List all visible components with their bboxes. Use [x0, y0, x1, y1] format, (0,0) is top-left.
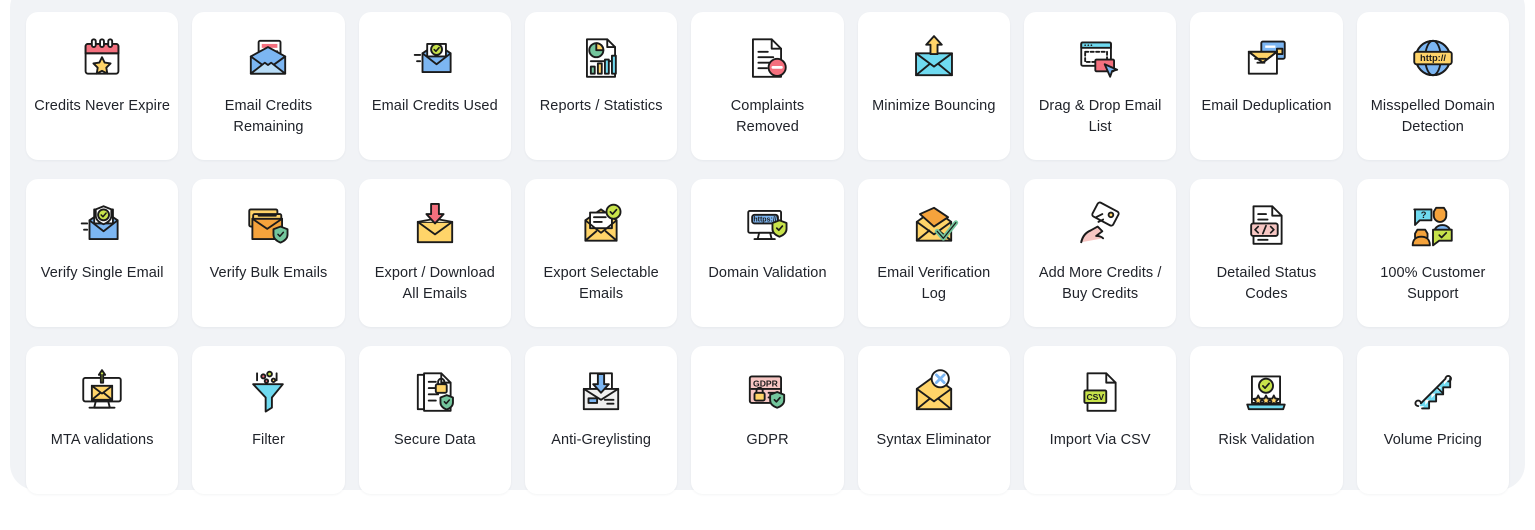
envelope-check-icon	[409, 32, 461, 84]
hand-credit-card-icon	[1074, 199, 1126, 251]
feature-card[interactable]: Add More Credits / Buy Credits	[1023, 179, 1177, 327]
feature-label: Drag & Drop Email List	[1038, 98, 1162, 135]
monitor-https-shield-icon: https://	[741, 199, 793, 251]
feature-label: Add More Credits / Buy Credits	[1038, 265, 1162, 302]
support-agents-chat-icon: ?	[1407, 199, 1459, 251]
feature-label: Misspelled Domain Detection	[1370, 98, 1495, 135]
feature-card[interactable]: Credits Never Expire	[26, 12, 179, 160]
feature-card[interactable]: CSV Import Via CSV	[1023, 346, 1177, 494]
features-panel: Credits Never Expire Email Credits Remai…	[10, 0, 1525, 494]
envelope-down-arrow-icon	[575, 366, 627, 418]
gdpr-lock-shield-icon: GDPR	[741, 366, 793, 418]
feature-label: Risk Validation	[1218, 432, 1315, 448]
feature-card[interactable]: Reports / Statistics	[524, 12, 678, 160]
escalator-growth-icon	[1407, 366, 1459, 418]
features-grid: Credits Never Expire Email Credits Remai…	[26, 12, 1509, 494]
document-minus-icon	[741, 32, 793, 84]
feature-card[interactable]: Complaints Removed	[691, 12, 844, 160]
feature-card[interactable]: https:// Domain Validation	[691, 179, 844, 327]
feature-label: Verify Bulk Emails	[209, 265, 328, 281]
funnel-filter-icon	[242, 366, 294, 418]
laptop-stars-check-icon	[1240, 366, 1292, 418]
envelope-shield-check-icon	[76, 199, 128, 251]
feature-card[interactable]: Minimize Bouncing	[857, 12, 1010, 160]
feature-label: MTA validations	[50, 432, 154, 448]
feature-card[interactable]: Filter	[192, 346, 345, 494]
duplicate-envelopes-icon	[1240, 32, 1292, 84]
feature-card[interactable]: MTA validations	[26, 346, 179, 494]
feature-label: Domain Validation	[708, 265, 827, 281]
feature-label: Reports / Statistics	[539, 98, 663, 114]
svg-text:http://: http://	[1420, 53, 1446, 63]
stacked-envelopes-shield-icon	[242, 199, 294, 251]
feature-card[interactable]: ? 100% Customer Support	[1356, 179, 1509, 327]
feature-label: Minimize Bouncing	[872, 98, 996, 114]
feature-card[interactable]: Drag & Drop Email List	[1023, 12, 1177, 160]
feature-label: Email Verification Log	[877, 265, 991, 302]
feature-card[interactable]: Export Selectable Emails	[524, 179, 678, 327]
feature-card[interactable]: Email Deduplication	[1190, 12, 1343, 160]
feature-label: Export / Download All Emails	[374, 265, 495, 302]
feature-card[interactable]: Email Credits Remaining	[192, 12, 345, 160]
feature-label: Email Credits Used	[371, 98, 498, 114]
svg-text:CSV: CSV	[1087, 392, 1105, 402]
feature-label: Syntax Eliminator	[876, 432, 992, 448]
feature-label: Complaints Removed	[730, 98, 805, 135]
feature-card[interactable]: Risk Validation	[1190, 346, 1343, 494]
feature-card[interactable]: Detailed Status Codes	[1190, 179, 1343, 327]
open-envelope-letter-icon	[242, 32, 294, 84]
feature-card[interactable]: Export / Download All Emails	[358, 179, 511, 327]
csv-file-icon: CSV	[1074, 366, 1126, 418]
feature-card[interactable]: Anti-Greylisting	[524, 346, 678, 494]
feature-label: 100% Customer Support	[1380, 265, 1486, 302]
feature-card[interactable]: Email Verification Log	[857, 179, 1010, 327]
feature-label: Detailed Status Codes	[1216, 265, 1317, 302]
report-chart-document-icon	[575, 32, 627, 84]
feature-label: Import Via CSV	[1049, 432, 1151, 448]
envelope-badge-check-icon	[575, 199, 627, 251]
globe-http-icon: http://	[1407, 32, 1459, 84]
feature-card[interactable]: GDPR GDPR	[691, 346, 844, 494]
monitor-envelope-up-icon	[76, 366, 128, 418]
feature-label: Anti-Greylisting	[551, 432, 652, 448]
feature-label: Email Deduplication	[1201, 98, 1332, 114]
feature-card[interactable]: Syntax Eliminator	[857, 346, 1010, 494]
feature-label: GDPR	[746, 432, 789, 448]
document-lock-shield-icon	[409, 366, 461, 418]
feature-label: Secure Data	[393, 432, 476, 448]
feature-card[interactable]: Email Credits Used	[358, 12, 511, 160]
drag-drop-cursor-icon	[1074, 32, 1126, 84]
calendar-star-icon	[76, 32, 128, 84]
svg-text:GDPR: GDPR	[754, 379, 780, 389]
feature-label: Credits Never Expire	[34, 98, 171, 114]
feature-card[interactable]: Verify Bulk Emails	[192, 179, 345, 327]
envelope-download-arrow-icon	[409, 199, 461, 251]
envelope-x-badge-icon	[908, 366, 960, 418]
feature-label: Filter	[252, 432, 285, 448]
feature-label: Email Credits Remaining	[224, 98, 313, 135]
feature-card[interactable]: Secure Data	[358, 346, 511, 494]
feature-label: Verify Single Email	[40, 265, 164, 281]
feature-card[interactable]: Verify Single Email	[26, 179, 179, 327]
feature-card[interactable]: Volume Pricing	[1356, 346, 1509, 494]
feature-card[interactable]: http:// Misspelled Domain Detection	[1356, 12, 1509, 160]
feature-label: Export Selectable Emails	[543, 265, 659, 302]
code-document-icon	[1240, 199, 1292, 251]
envelope-up-arrow-icon	[908, 32, 960, 84]
svg-text:?: ?	[1421, 210, 1427, 220]
feature-label: Volume Pricing	[1383, 432, 1482, 448]
envelope-green-check-icon	[908, 199, 960, 251]
